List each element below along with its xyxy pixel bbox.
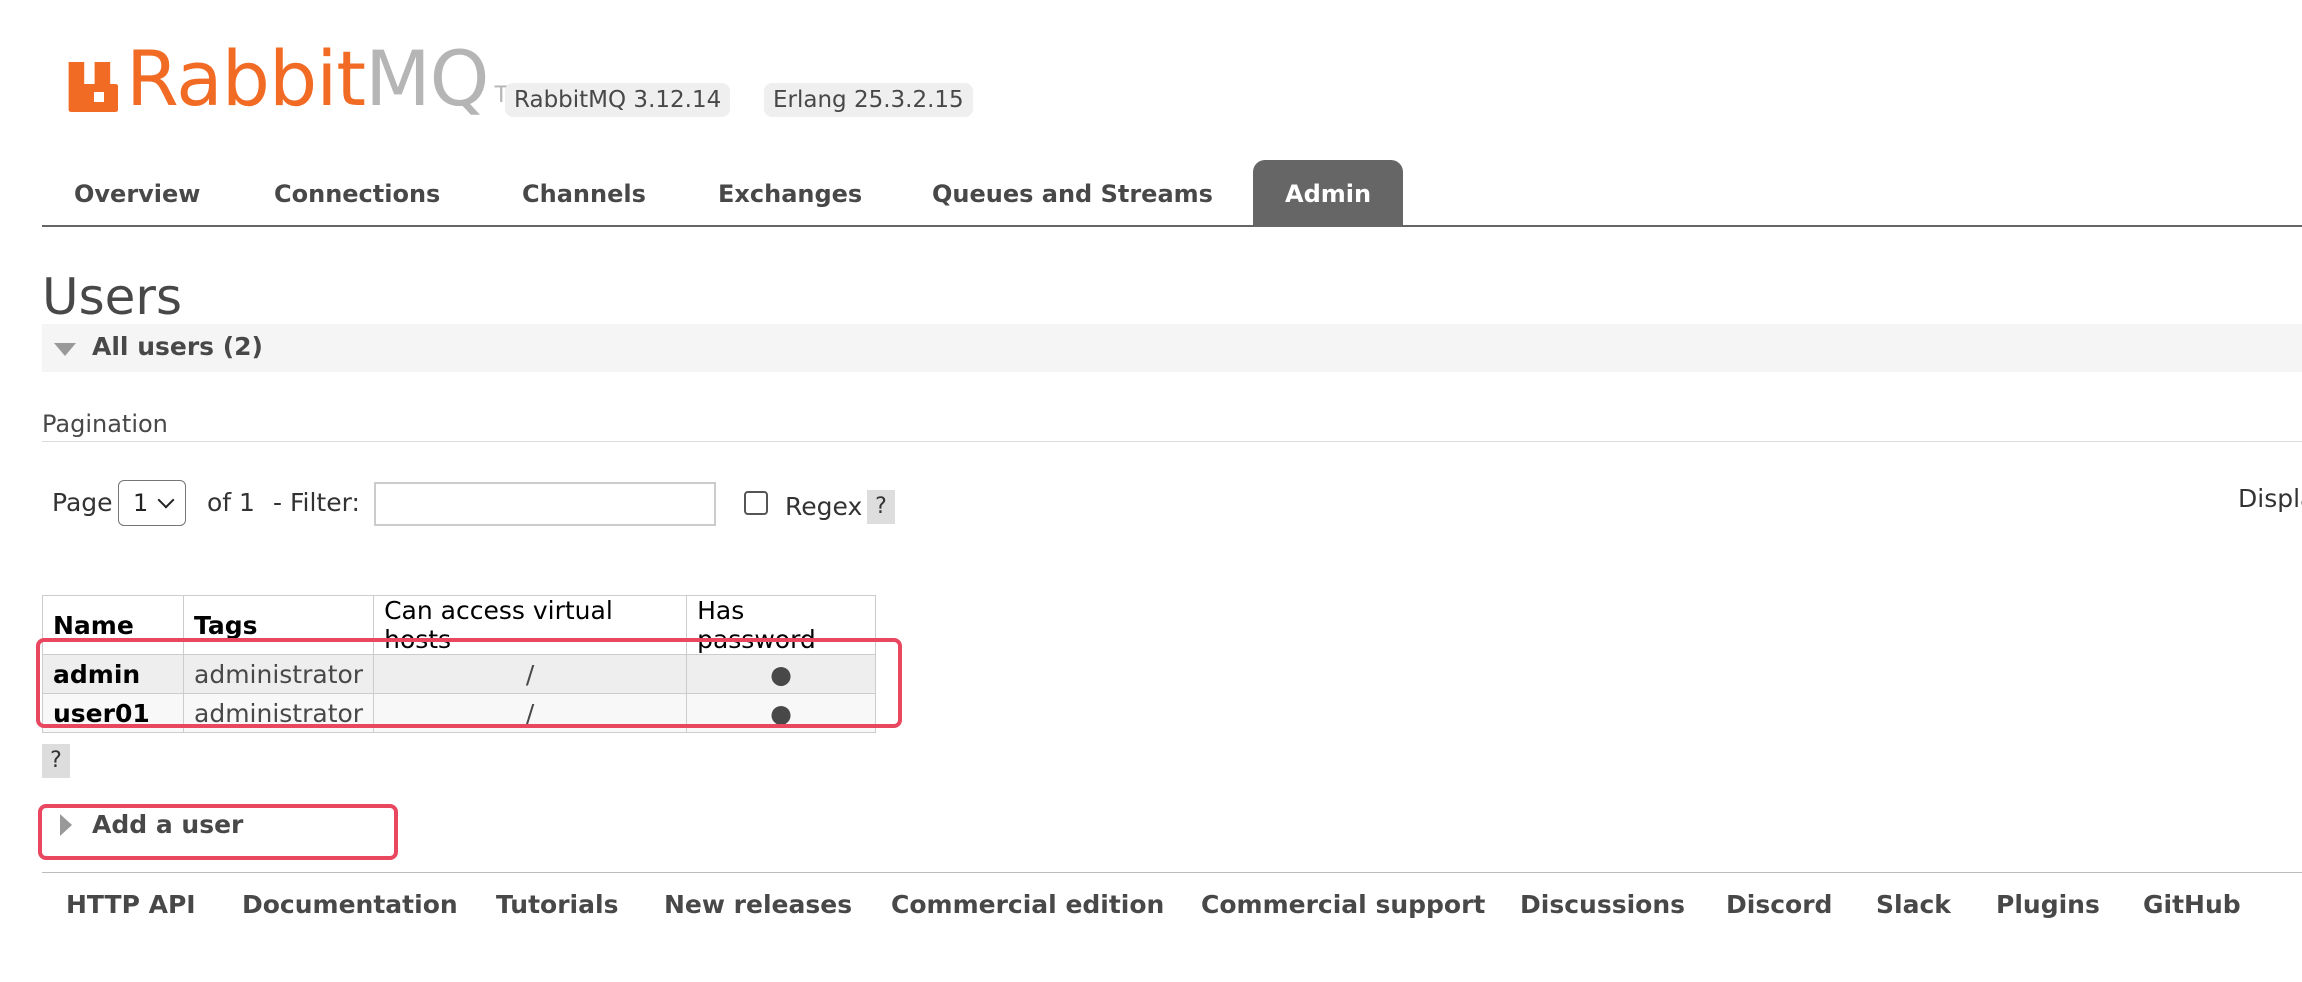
regex-label: Regex [785,492,863,521]
tab-queues-and-streams[interactable]: Queues and Streams [900,160,1245,225]
filter-label: - Filter: [273,488,360,517]
regex-help-button[interactable]: ? [867,490,895,524]
page-select[interactable]: 1 [118,480,186,526]
expand-triangle-icon[interactable] [60,814,72,836]
footer-link-tutorials[interactable]: Tutorials [496,890,618,919]
footer-link-plugins[interactable]: Plugins [1996,890,2100,919]
tab-channels[interactable]: Channels [490,160,678,225]
tab-connections[interactable]: Connections [242,160,472,225]
rabbitmq-version-badge: RabbitMQ 3.12.14 [505,83,731,117]
footer-link-github[interactable]: GitHub [2143,890,2241,919]
filter-input[interactable] [374,482,716,526]
footer-link-documentation[interactable]: Documentation [242,890,458,919]
display-label: Displa [2238,484,2302,513]
page-label: Page [52,488,113,517]
tab-overview[interactable]: Overview [42,160,232,225]
footer-link-slack[interactable]: Slack [1876,890,1951,919]
logo-text-rabbit: Rabbit [126,34,366,123]
rabbitmq-logo: Rabbit MQ TM [64,34,527,123]
add-user-section-toggle[interactable]: Add a user [92,810,243,839]
page-title: Users [42,268,183,326]
tab-admin[interactable]: Admin [1253,160,1404,225]
footer-link-commercial-edition[interactable]: Commercial edition [891,890,1164,919]
all-users-section-label[interactable]: All users (2) [92,332,263,361]
collapse-triangle-icon[interactable] [54,343,76,356]
table-help-button[interactable]: ? [42,744,70,778]
pagination-heading: Pagination [42,410,168,438]
footer-link-discord[interactable]: Discord [1726,890,1832,919]
page-select-value: 1 [133,489,149,517]
footer-divider [42,872,2302,873]
all-users-section-header[interactable] [42,324,2302,372]
footer-link-commercial-support[interactable]: Commercial support [1201,890,1485,919]
regex-checkbox[interactable] [744,491,768,515]
pagination-divider [42,441,2302,442]
erlang-version-badge: Erlang 25.3.2.15 [764,83,973,117]
user-rows-highlight [36,638,902,728]
logo-text-mq: MQ [365,34,489,123]
footer-link-discussions[interactable]: Discussions [1520,890,1685,919]
rabbitmq-logo-icon [68,62,118,112]
main-nav: Overview Connections Channels Exchanges … [42,160,2302,227]
tab-exchanges[interactable]: Exchanges [686,160,894,225]
footer-link-http-api[interactable]: HTTP API [66,890,196,919]
page-count-label: of 1 [207,488,255,517]
footer-link-new-releases[interactable]: New releases [664,890,852,919]
